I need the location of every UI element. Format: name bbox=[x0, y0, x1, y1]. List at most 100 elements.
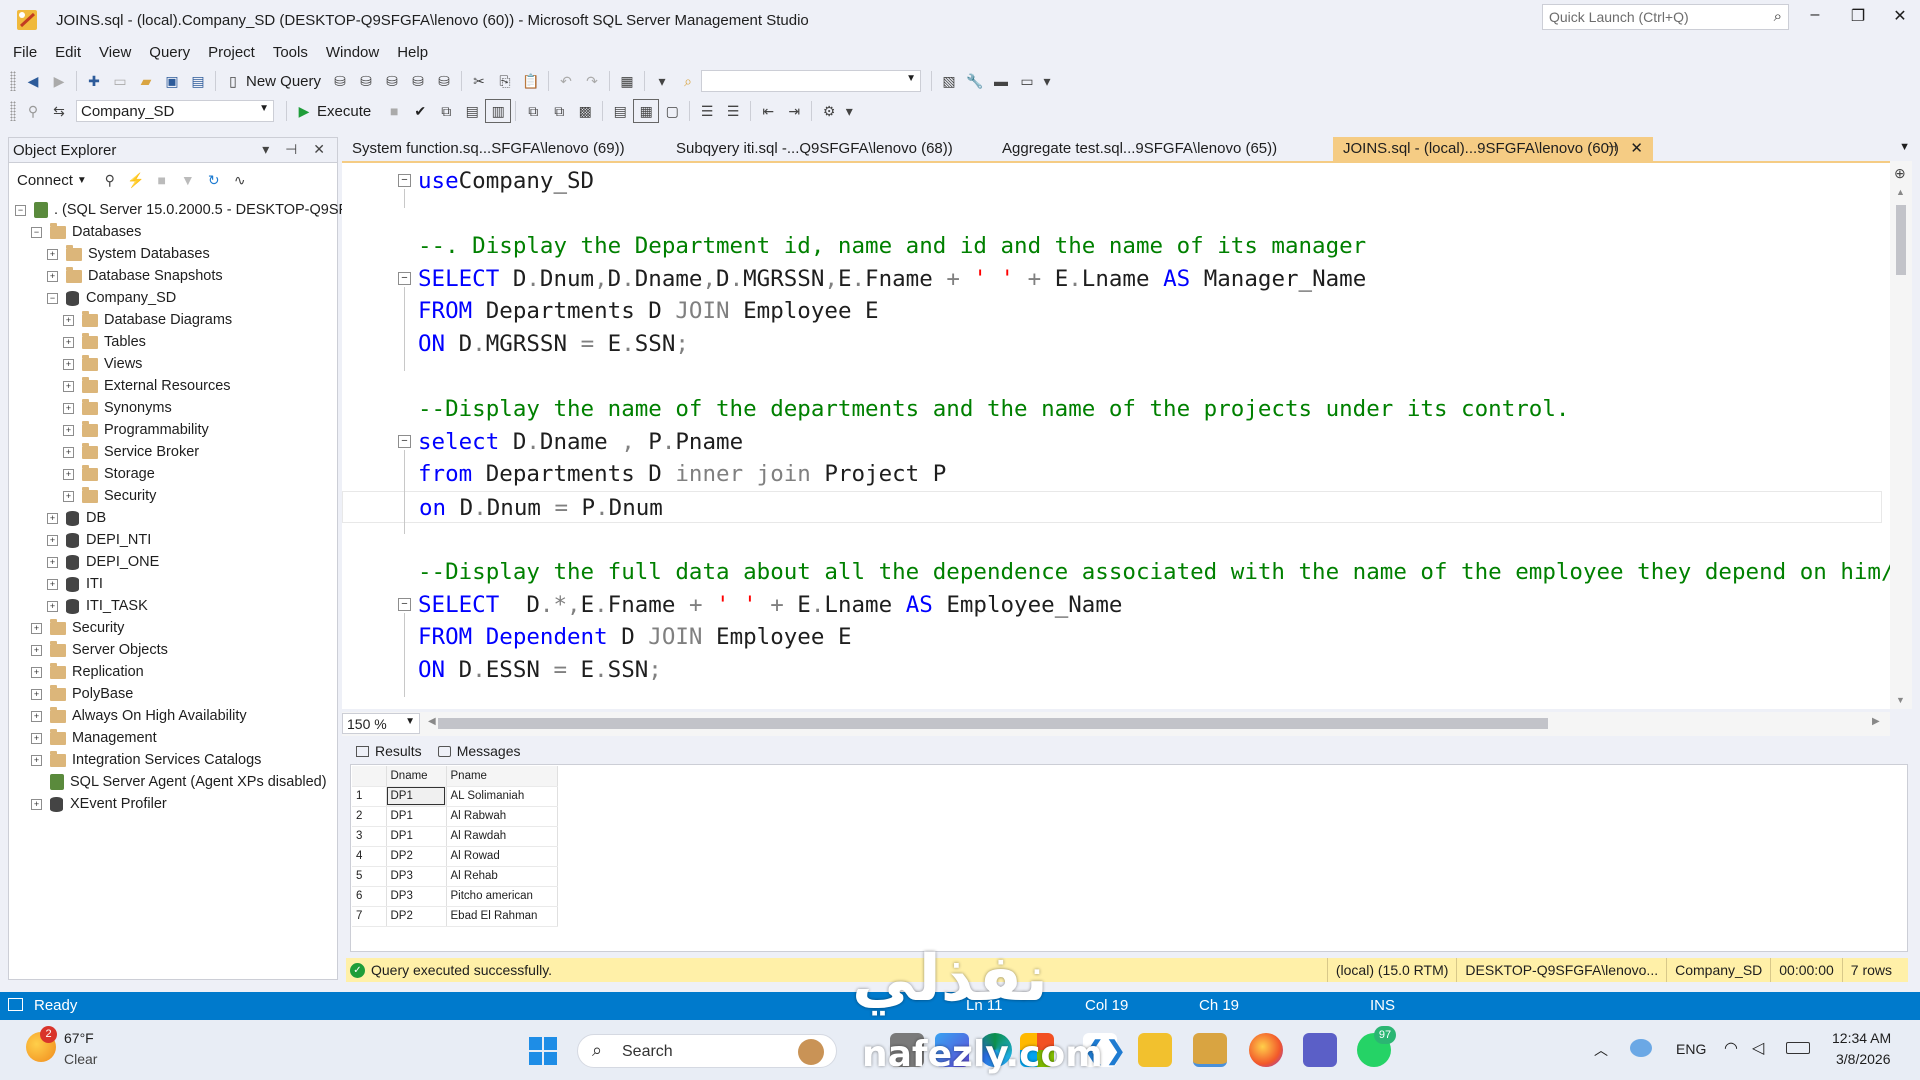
firefox-icon[interactable] bbox=[1249, 1033, 1283, 1067]
tree-node[interactable]: + Management bbox=[31, 727, 157, 749]
horizontal-scrollbar-thumb[interactable] bbox=[438, 718, 1548, 729]
tree-node[interactable]: + Database Diagrams bbox=[63, 309, 232, 331]
ssms-taskbar-icon[interactable] bbox=[1193, 1033, 1227, 1067]
tab-subquery-iti[interactable]: Subqyery iti.sql -...Q9SFGFA\lenovo (68)… bbox=[666, 137, 963, 161]
paste-icon[interactable]: 📋 bbox=[518, 69, 544, 93]
menu-window[interactable]: Window bbox=[317, 44, 388, 61]
grid-cell[interactable]: DP2 bbox=[386, 906, 447, 927]
wifi-icon[interactable]: ◠ bbox=[1724, 1038, 1738, 1058]
results-to-file-icon[interactable]: ▢ bbox=[659, 99, 685, 123]
tab-joins-sql[interactable]: JOINS.sql - (local)...9SFGFA\lenovo (60)… bbox=[1333, 137, 1653, 161]
onedrive-icon[interactable] bbox=[1630, 1039, 1652, 1057]
stop-icon[interactable]: ■ bbox=[149, 168, 175, 192]
fold-toggle-icon[interactable]: − bbox=[398, 434, 411, 448]
tree-node[interactable]: + External Resources bbox=[63, 375, 231, 397]
tree-node[interactable]: − . (SQL Server 15.0.2000.5 - DESKTOP-Q9S… bbox=[15, 199, 359, 221]
expand-icon[interactable]: + bbox=[63, 380, 74, 392]
tree-node[interactable]: + Database Snapshots bbox=[47, 265, 223, 287]
scroll-right-icon[interactable]: ▶ bbox=[1872, 716, 1880, 727]
split-icon[interactable]: ⊕ bbox=[1894, 165, 1906, 182]
client-statistics-icon[interactable]: ▩ bbox=[572, 99, 598, 123]
expand-icon[interactable]: + bbox=[31, 622, 42, 634]
pin-icon[interactable]: ⊣ bbox=[1607, 140, 1617, 154]
new-project-icon[interactable]: ✚ bbox=[81, 69, 107, 93]
increase-indent-icon[interactable]: ⇥ bbox=[781, 99, 807, 123]
cancel-query-icon[interactable]: ■ bbox=[381, 99, 407, 123]
restore-button[interactable]: ❐ bbox=[1838, 6, 1878, 32]
save-all-icon[interactable]: ▤ bbox=[185, 69, 211, 93]
expand-icon[interactable]: + bbox=[31, 732, 42, 744]
expand-icon[interactable]: + bbox=[63, 490, 74, 502]
expand-icon[interactable]: + bbox=[63, 402, 74, 414]
tree-node[interactable]: + Always On High Availability bbox=[31, 705, 247, 727]
tree-node[interactable]: SQL Server Agent (Agent XPs disabled) bbox=[31, 771, 327, 793]
expand-icon[interactable]: + bbox=[63, 336, 74, 348]
weather-desc[interactable]: Clear bbox=[64, 1051, 97, 1067]
menu-view[interactable]: View bbox=[90, 44, 140, 61]
specify-values-icon[interactable]: ⚙ bbox=[816, 99, 842, 123]
taskbar-search-box[interactable]: ⌕ Search bbox=[577, 1034, 837, 1068]
execute-button[interactable]: Execute bbox=[317, 103, 371, 120]
undo-icon[interactable]: ↶ bbox=[553, 69, 579, 93]
open-file-icon[interactable]: ▰ bbox=[133, 69, 159, 93]
tab-aggregate-test[interactable]: Aggregate test.sql...9SFGFA\lenovo (65)) bbox=[992, 137, 1287, 161]
include-actual-plan-icon[interactable]: ⧉ bbox=[520, 99, 546, 123]
parse-icon[interactable]: ✔ bbox=[407, 99, 433, 123]
tree-node[interactable]: + Security bbox=[31, 617, 124, 639]
expand-icon[interactable]: + bbox=[47, 512, 58, 524]
grid-cell[interactable]: DP2 bbox=[386, 846, 447, 867]
toolbar-grip[interactable] bbox=[10, 101, 16, 121]
connect-object-explorer-icon[interactable]: ⚲ bbox=[97, 168, 123, 192]
grid-cell[interactable]: DP3 bbox=[386, 886, 447, 907]
tree-node[interactable]: + Storage bbox=[63, 463, 155, 485]
grid-cell[interactable]: DP1 bbox=[386, 826, 447, 847]
close-button[interactable]: ✕ bbox=[1880, 6, 1920, 32]
expand-icon[interactable]: + bbox=[31, 710, 42, 722]
copy-icon[interactable]: ⎘ bbox=[492, 69, 518, 93]
disconnect-icon[interactable]: ⚡ bbox=[123, 168, 149, 192]
tree-node[interactable]: + Programmability bbox=[63, 419, 209, 441]
save-icon[interactable]: ▣ bbox=[159, 69, 185, 93]
tree-node[interactable]: + Synonyms bbox=[63, 397, 172, 419]
menu-help[interactable]: Help bbox=[388, 44, 437, 61]
tree-node[interactable]: + Integration Services Catalogs bbox=[31, 749, 261, 771]
fold-toggle-icon[interactable]: − bbox=[398, 271, 411, 285]
tree-node[interactable]: + DEPI_NTI bbox=[47, 529, 151, 551]
intellisense-icon[interactable]: ▥ bbox=[485, 99, 512, 123]
forward-icon[interactable]: ▶ bbox=[46, 69, 72, 93]
fold-toggle-icon[interactable]: − bbox=[398, 174, 411, 187]
expand-icon[interactable]: + bbox=[31, 754, 42, 766]
tree-node[interactable]: + Server Objects bbox=[31, 639, 168, 661]
grid-cell[interactable]: Al Rawdah bbox=[446, 826, 558, 847]
expand-icon[interactable]: + bbox=[47, 270, 58, 282]
clock-time[interactable]: 12:34 AM bbox=[1832, 1030, 1891, 1046]
dmx-query-icon[interactable]: ⛁ bbox=[379, 69, 405, 93]
table-row[interactable]: 5 DP3 Al Rehab bbox=[352, 866, 558, 887]
grid-cell[interactable]: Al Rabwah bbox=[446, 806, 558, 827]
cut-icon[interactable]: ✂ bbox=[466, 69, 492, 93]
decrease-indent-icon[interactable]: ⇤ bbox=[755, 99, 781, 123]
database-engine-query-icon[interactable]: ⛁ bbox=[327, 69, 353, 93]
tree-node[interactable]: − Databases bbox=[31, 221, 141, 243]
grid-cell[interactable]: DP1 bbox=[386, 786, 447, 807]
query-editor[interactable]: − useCompany_SD --. Display the Department… bbox=[342, 161, 1890, 709]
expand-icon[interactable]: + bbox=[47, 534, 58, 546]
column-header-dname[interactable]: Dname bbox=[386, 766, 447, 787]
other-windows-icon[interactable]: ▭ bbox=[1014, 69, 1040, 93]
find-in-files-icon[interactable]: ⌕ bbox=[675, 69, 701, 93]
tree-node[interactable]: + Views bbox=[63, 353, 142, 375]
table-row[interactable]: 4 DP2 Al Rowad bbox=[352, 846, 558, 867]
battery-icon[interactable] bbox=[1786, 1042, 1810, 1054]
uncomment-icon[interactable]: ☰ bbox=[720, 99, 746, 123]
chevron-up-icon[interactable]: ︿ bbox=[1594, 1040, 1608, 1060]
xmla-query-icon[interactable]: ⛁ bbox=[405, 69, 431, 93]
column-header-pname[interactable]: Pname bbox=[446, 766, 558, 787]
tab-system-function[interactable]: System function.sq...SFGFA\lenovo (69)) bbox=[342, 137, 635, 161]
tab-overflow-icon[interactable]: ▼ bbox=[1899, 141, 1910, 153]
expand-icon[interactable]: + bbox=[47, 248, 58, 260]
tree-node[interactable]: + PolyBase bbox=[31, 683, 133, 705]
filter-icon[interactable]: ▼ bbox=[175, 168, 201, 192]
customize-icon[interactable]: ▾ bbox=[842, 99, 856, 123]
file-explorer-icon[interactable] bbox=[1138, 1033, 1172, 1067]
expand-icon[interactable]: + bbox=[63, 446, 74, 458]
